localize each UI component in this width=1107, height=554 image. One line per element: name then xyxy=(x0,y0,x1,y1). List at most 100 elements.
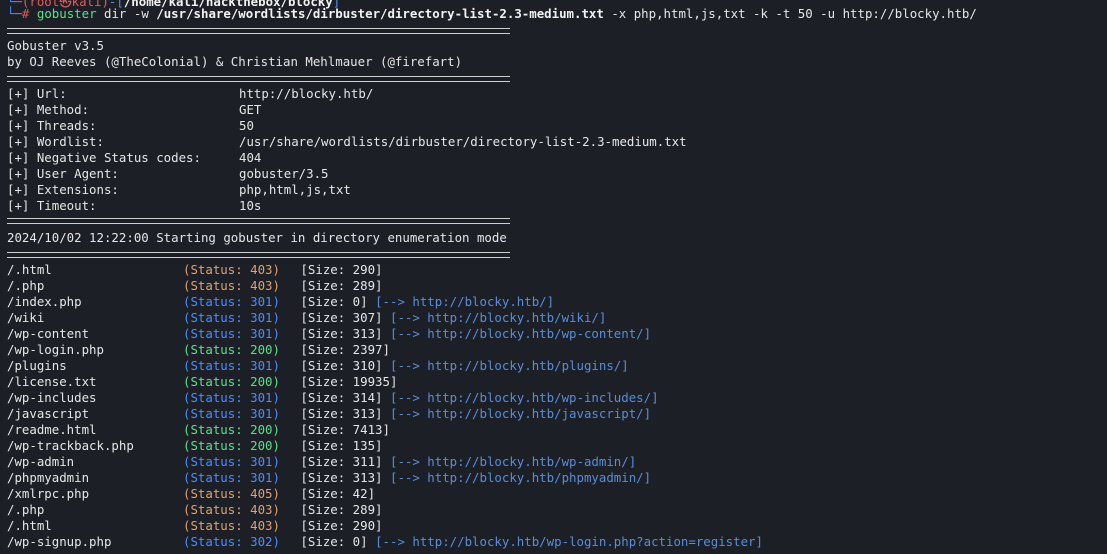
result-row: /index.php (Status: 301) [Size: 0] [--> h… xyxy=(7,294,554,310)
command-wordlist: /usr/share/wordlists/dirbuster/directory… xyxy=(156,6,604,21)
result-path: /wp-signup.php xyxy=(7,534,112,549)
result-path: /wp-includes xyxy=(7,390,97,405)
result-path: /.html xyxy=(7,518,52,533)
result-row: /readme.html (Status: 200) [Size: 7413] xyxy=(7,422,390,438)
config-value: 50 xyxy=(239,118,254,133)
result-size: [Size: 289] xyxy=(293,502,383,517)
config-value: gobuster/3.5 xyxy=(239,166,329,181)
result-redirect-link[interactable]: [--> http://blocky.htb/wp-content/] xyxy=(383,326,651,341)
result-row: /xmlrpc.php (Status: 405) [Size: 42] xyxy=(7,486,375,502)
result-size: [Size: 7413] xyxy=(293,422,390,437)
result-path: /index.php xyxy=(7,294,82,309)
config-row: [+] Negative Status codes: 404 xyxy=(7,150,261,166)
result-redirect-link[interactable]: [--> http://blocky.htb/wp-admin/] xyxy=(383,454,636,469)
result-path: /wp-trackback.php xyxy=(7,438,134,453)
config-value: 404 xyxy=(239,150,262,165)
config-label: [+] Extensions: xyxy=(7,182,119,197)
result-status: (Status: 200) xyxy=(183,422,280,437)
result-path: /wp-admin xyxy=(7,454,75,469)
config-label: [+] User Agent: xyxy=(7,166,119,181)
result-path: /xmlrpc.php xyxy=(7,486,90,501)
result-size: [Size: 289] xyxy=(293,278,383,293)
result-redirect-link[interactable]: [--> http://blocky.htb/wp-includes/] xyxy=(383,390,659,405)
result-row: /phpmyadmin (Status: 301) [Size: 313] [--… xyxy=(7,470,651,486)
result-path: /wp-login.php xyxy=(7,342,104,357)
result-size: [Size: 0] xyxy=(293,534,368,549)
result-redirect-link[interactable]: [--> http://blocky.htb/] xyxy=(368,294,554,309)
config-label: [+] Url: xyxy=(7,86,67,101)
banner-title: Gobuster v3.5 xyxy=(7,38,104,53)
result-size: [Size: 290] xyxy=(293,518,383,533)
result-path: /wiki xyxy=(7,310,45,325)
result-row: /.html (Status: 403) [Size: 290] xyxy=(7,262,383,278)
result-status: (Status: 200) xyxy=(183,374,280,389)
command-line: └─# gobuster dir -w /usr/share/wordlists… xyxy=(7,6,977,21)
result-path: /phpmyadmin xyxy=(7,470,90,485)
command-args: dir -w xyxy=(104,6,149,21)
result-path: /plugins xyxy=(7,358,67,373)
result-row: /plugins (Status: 301) [Size: 310] [--> h… xyxy=(7,358,629,374)
result-size: [Size: 2397] xyxy=(293,342,390,357)
config-row: [+] Threads: 50 xyxy=(7,118,254,134)
result-row: /wp-trackback.php (Status: 200) [Size: 13… xyxy=(7,438,383,454)
config-value: http://blocky.htb/ xyxy=(239,86,374,101)
result-status: (Status: 200) xyxy=(183,438,280,453)
result-size: [Size: 314] xyxy=(293,390,383,405)
config-value: php,html,js,txt xyxy=(239,182,351,197)
result-row: /.php (Status: 403) [Size: 289] xyxy=(7,278,383,294)
result-status: (Status: 301) xyxy=(183,406,280,421)
result-path: /javascript xyxy=(7,406,90,421)
start-message: 2024/10/02 12:22:00 Starting gobuster in… xyxy=(7,230,507,245)
result-row: /license.txt (Status: 200) [Size: 19935] xyxy=(7,374,397,390)
config-value: /usr/share/wordlists/dirbuster/directory… xyxy=(239,134,687,149)
result-status: (Status: 403) xyxy=(183,502,280,517)
config-label: [+] Method: xyxy=(7,102,90,117)
result-status: (Status: 403) xyxy=(183,262,280,277)
result-size: [Size: 313] xyxy=(293,406,383,421)
result-status: (Status: 403) xyxy=(183,278,280,293)
result-status: (Status: 301) xyxy=(183,358,280,373)
result-size: [Size: 313] xyxy=(293,326,383,341)
config-label: [+] Threads: xyxy=(7,118,97,133)
result-row: /wp-includes (Status: 301) [Size: 314] [-… xyxy=(7,390,659,406)
result-redirect-link[interactable]: [--> http://blocky.htb/wiki/] xyxy=(383,310,606,325)
result-size: [Size: 42] xyxy=(293,486,376,501)
result-redirect-link[interactable]: [--> http://blocky.htb/javascript/] xyxy=(383,406,651,421)
config-label: [+] Timeout: xyxy=(7,198,97,213)
result-size: [Size: 307] xyxy=(293,310,383,325)
separator-rule xyxy=(7,252,510,258)
result-status: (Status: 405) xyxy=(183,486,280,501)
result-status: (Status: 301) xyxy=(183,294,280,309)
result-row: /.html (Status: 403) [Size: 290] xyxy=(7,518,383,534)
result-path: /wp-content xyxy=(7,326,90,341)
result-redirect-link[interactable]: [--> http://blocky.htb/plugins/] xyxy=(383,358,629,373)
result-redirect-link[interactable]: [--> http://blocky.htb/phpmyadmin/] xyxy=(383,470,651,485)
result-redirect-link[interactable]: [--> http://blocky.htb/wp-login.php?acti… xyxy=(368,534,763,549)
separator-rule xyxy=(7,76,510,82)
result-status: (Status: 301) xyxy=(183,390,280,405)
result-size: [Size: 135] xyxy=(293,438,383,453)
banner-credits: by OJ Reeves (@TheColonial) & Christian … xyxy=(7,54,463,69)
result-row: /wp-login.php (Status: 200) [Size: 2397] xyxy=(7,342,390,358)
result-size: [Size: 311] xyxy=(293,454,383,469)
result-row: /wp-content (Status: 301) [Size: 313] [--… xyxy=(7,326,651,342)
config-label: [+] Wordlist: xyxy=(7,134,104,149)
result-path: /.html xyxy=(7,262,52,277)
config-label: [+] Negative Status codes: xyxy=(7,150,201,165)
result-row: /wp-admin (Status: 301) [Size: 311] [--> … xyxy=(7,454,636,470)
config-row: [+] Url: http://blocky.htb/ xyxy=(7,86,373,102)
terminal-window[interactable]: └─(root㉿kali)-[/home/kali/hackthebox/blo… xyxy=(0,0,1107,554)
config-value: 10s xyxy=(239,198,262,213)
result-status: (Status: 301) xyxy=(183,470,280,485)
result-status: (Status: 200) xyxy=(183,342,280,357)
result-path: /readme.html xyxy=(7,422,97,437)
result-row: /javascript (Status: 301) [Size: 313] [--… xyxy=(7,406,651,422)
separator-rule xyxy=(7,218,510,224)
config-row: [+] Timeout: 10s xyxy=(7,198,261,214)
config-row: [+] Wordlist: /usr/share/wordlists/dirbus… xyxy=(7,134,687,150)
separator-rule xyxy=(7,28,510,34)
config-value: GET xyxy=(239,102,262,117)
command-name: gobuster xyxy=(36,6,97,21)
result-status: (Status: 301) xyxy=(183,310,280,325)
result-size: [Size: 313] xyxy=(293,470,383,485)
